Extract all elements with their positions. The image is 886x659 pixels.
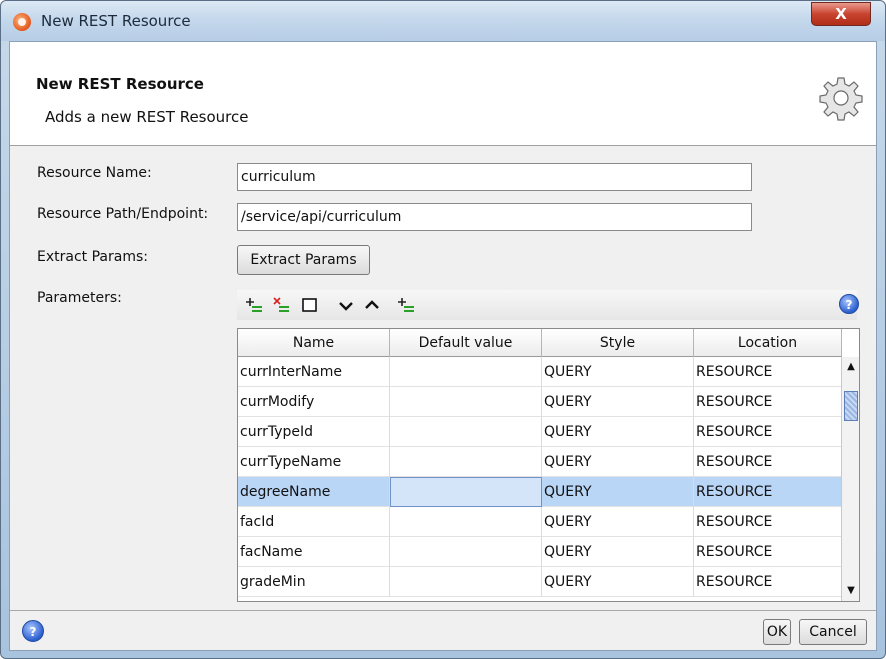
table-row[interactable]: gradeMin QUERY RESOURCE [238, 567, 842, 597]
cell-location[interactable]: RESOURCE [694, 387, 842, 417]
extract-params-label: Extract Params: [37, 249, 148, 265]
table-row[interactable]: currTypeName QUERY RESOURCE [238, 447, 842, 477]
table-header: Name Default value Style Location [238, 329, 842, 357]
footer-divider [10, 610, 876, 611]
header-banner: New REST Resource Adds a new REST Resour… [10, 42, 876, 146]
title-bar[interactable]: New REST Resource X [1, 1, 885, 41]
cell-style[interactable]: QUERY [542, 357, 694, 387]
parameters-help-icon[interactable]: ? [839, 294, 859, 314]
soapui-logo-icon [13, 13, 31, 31]
cell-name[interactable]: gradeMin [238, 567, 390, 597]
resource-path-input[interactable]: /service/api/curriculum [237, 203, 752, 231]
table-scrollbar[interactable]: ▲ ▼ [841, 357, 859, 601]
cell-name[interactable]: currTypeId [238, 417, 390, 447]
cell-style[interactable]: QUERY [542, 417, 694, 447]
cell-location[interactable]: RESOURCE [694, 537, 842, 567]
cell-default-value-editor[interactable] [390, 477, 542, 507]
extract-params-button[interactable]: Extract Params [237, 245, 370, 275]
cell-style[interactable]: QUERY [542, 537, 694, 567]
cell-location[interactable]: RESOURCE [694, 357, 842, 387]
cell-default-value[interactable] [390, 507, 542, 537]
cell-default-value[interactable] [390, 447, 542, 477]
dialog-body: New REST Resource Adds a new REST Resour… [9, 41, 877, 651]
cell-name[interactable]: degreeName [238, 477, 390, 507]
cell-name[interactable]: currModify [238, 387, 390, 417]
cell-default-value[interactable] [390, 357, 542, 387]
scroll-thumb[interactable] [844, 391, 858, 421]
add-param-icon[interactable] [245, 296, 263, 314]
cell-style[interactable]: QUERY [542, 567, 694, 597]
resource-name-label: Resource Name: [37, 165, 152, 181]
cell-name[interactable]: facName [238, 537, 390, 567]
close-button[interactable]: X [811, 2, 871, 26]
parameters-toolbar: ? [237, 290, 859, 320]
cell-name[interactable]: currTypeName [238, 447, 390, 477]
column-header-style[interactable]: Style [542, 329, 694, 357]
cell-location[interactable]: RESOURCE [694, 417, 842, 447]
remove-param-icon[interactable] [272, 296, 290, 314]
table-row[interactable]: currInterName QUERY RESOURCE [238, 357, 842, 387]
table-row[interactable]: currModify QUERY RESOURCE [238, 387, 842, 417]
cell-default-value[interactable] [390, 387, 542, 417]
cell-name[interactable]: currInterName [238, 357, 390, 387]
gear-icon [819, 77, 863, 121]
cell-style[interactable]: QUERY [542, 387, 694, 417]
cell-location[interactable]: RESOURCE [694, 447, 842, 477]
table-row[interactable]: facId QUERY RESOURCE [238, 507, 842, 537]
insert-param-icon[interactable] [397, 296, 415, 314]
cell-name[interactable]: facId [238, 507, 390, 537]
move-up-icon[interactable] [363, 296, 381, 314]
banner-title: New REST Resource [36, 75, 204, 93]
column-header-name[interactable]: Name [238, 329, 390, 357]
table-row-selected[interactable]: degreeName QUERY RESOURCE [238, 477, 842, 507]
ok-button[interactable]: OK [763, 619, 791, 645]
parameters-table: Name Default value Style Location currIn… [237, 328, 860, 602]
cell-default-value[interactable] [390, 537, 542, 567]
table-row[interactable]: facName QUERY RESOURCE [238, 537, 842, 567]
cell-location[interactable]: RESOURCE [694, 507, 842, 537]
dialog-window: New REST Resource X New REST Resource Ad… [0, 0, 886, 659]
cell-default-value[interactable] [390, 417, 542, 447]
banner-subtitle: Adds a new REST Resource [45, 108, 249, 126]
scroll-down-arrow-icon[interactable]: ▼ [843, 583, 859, 599]
dialog-help-icon[interactable]: ? [22, 620, 44, 642]
cell-default-value[interactable] [390, 567, 542, 597]
cancel-button[interactable]: Cancel [799, 619, 867, 645]
cell-location[interactable]: RESOURCE [694, 477, 842, 507]
clear-icon[interactable] [301, 296, 319, 314]
cell-style[interactable]: QUERY [542, 507, 694, 537]
parameters-label: Parameters: [37, 290, 122, 306]
cell-style[interactable]: QUERY [542, 447, 694, 477]
table-row[interactable]: currTypeId QUERY RESOURCE [238, 417, 842, 447]
cell-style[interactable]: QUERY [542, 477, 694, 507]
window-title: New REST Resource [41, 12, 191, 30]
scroll-up-arrow-icon[interactable]: ▲ [843, 359, 859, 375]
resource-path-label: Resource Path/Endpoint: [37, 206, 209, 222]
cell-location[interactable]: RESOURCE [694, 567, 842, 597]
resource-name-input[interactable]: curriculum [237, 163, 752, 191]
column-header-default-value[interactable]: Default value [390, 329, 542, 357]
move-down-icon[interactable] [337, 296, 355, 314]
column-header-location[interactable]: Location [694, 329, 842, 357]
